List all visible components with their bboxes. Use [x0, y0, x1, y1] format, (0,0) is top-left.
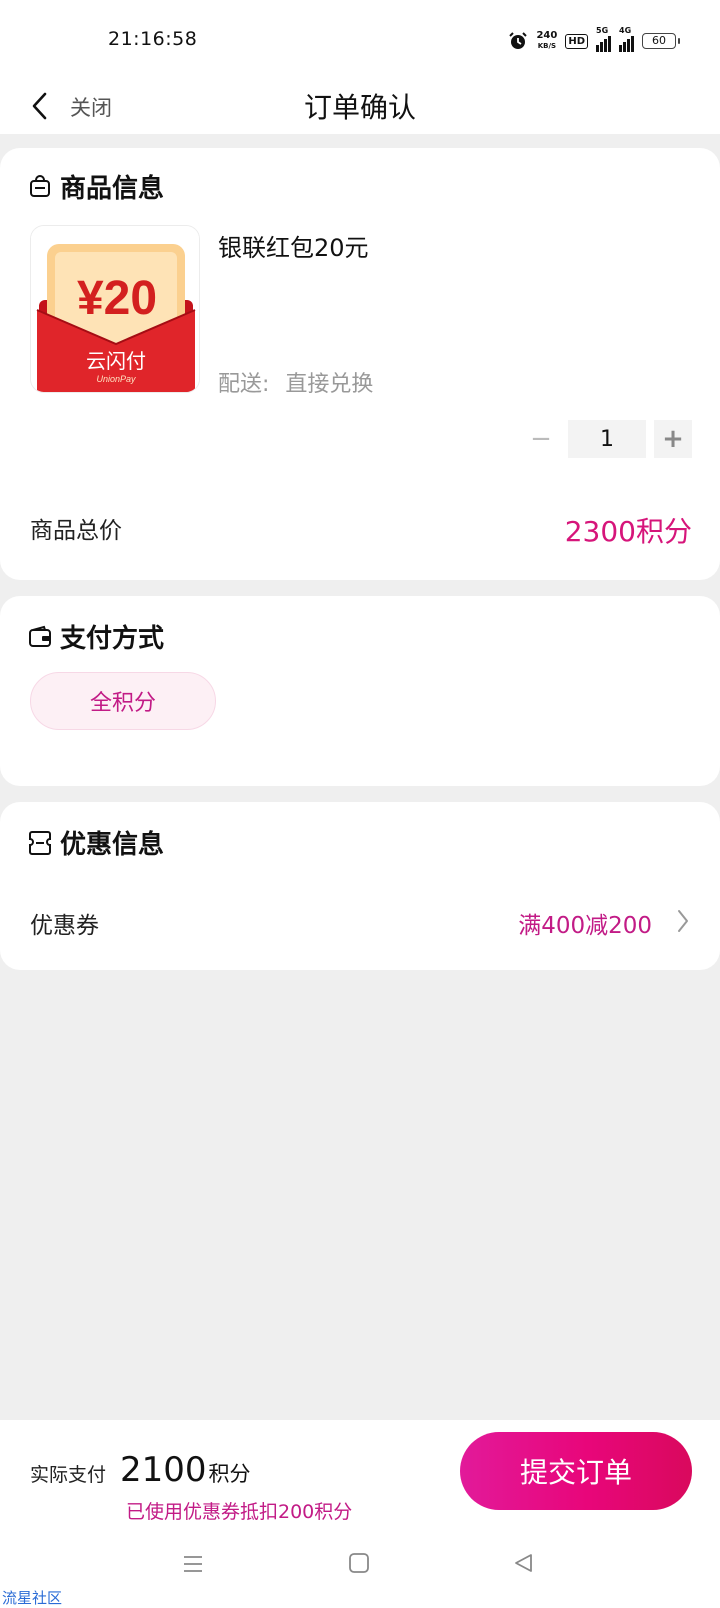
discount-section-title: 优惠信息 — [60, 830, 165, 860]
delivery-label: 配送: — [218, 372, 270, 397]
coupon-value: 满400减200 — [518, 913, 652, 939]
product-name[interactable]: 银联红包20元 — [218, 228, 369, 263]
payment-section-header: 支付方式 — [28, 618, 164, 655]
payment-card: 支付方式 全积分 — [0, 596, 720, 786]
thumb-amount: ¥20 — [77, 272, 157, 325]
alarm-icon — [508, 31, 528, 51]
actual-pay-unit: 积分 — [208, 1462, 251, 1486]
signal-4g-label: 4G — [619, 26, 632, 35]
network-speed-value: 240 — [536, 30, 558, 41]
product-section-title: 商品信息 — [60, 174, 165, 204]
status-bar: 21:16:58 240 KB/S HD 5G 4G 60 — [0, 0, 720, 78]
wallet-icon — [29, 625, 51, 647]
payment-option-all-points[interactable]: 全积分 — [30, 672, 216, 730]
product-card: 商品信息 ¥20 云闪付 UnionPay 银联红包20元 配送: 直接兑换 −… — [0, 148, 720, 580]
network-speed: 240 KB/S — [536, 31, 557, 51]
thumb-brand: 云闪付 — [86, 350, 146, 373]
discount-section-header: 优惠信息 — [28, 824, 164, 861]
page-title: 订单确认 — [303, 91, 416, 124]
delivery-value: 直接兑换 — [285, 372, 374, 397]
total-label: 商品总价 — [30, 518, 122, 544]
battery-icon: 60 — [642, 33, 680, 49]
coupon-icon — [29, 830, 51, 855]
quantity-minus-button[interactable]: − — [522, 420, 560, 458]
actual-pay-amount: 2100 积分 — [120, 1450, 251, 1490]
hd-icon: HD — [565, 33, 588, 49]
thumb-brand-en: UnionPay — [96, 374, 136, 384]
quantity-value[interactable]: 1 — [568, 420, 646, 458]
home-square-icon[interactable] — [348, 1552, 370, 1574]
menu-icon[interactable] — [181, 1552, 205, 1576]
coupon-label: 优惠券 — [30, 913, 99, 939]
nav-bar: 关闭 订单确认 — [0, 78, 720, 134]
back-triangle-icon[interactable] — [512, 1552, 534, 1574]
signal-5g-icon: 5G — [596, 26, 611, 52]
coupon-row[interactable]: 优惠券 满400减200 — [0, 880, 720, 964]
delivery-info: 配送: 直接兑换 — [218, 366, 373, 398]
signal-5g-label: 5G — [596, 26, 609, 35]
total-value: 2300积分 — [564, 515, 692, 548]
coupon-deduction-note: 已使用优惠券抵扣200积分 — [126, 1501, 353, 1523]
signal-4g-icon: 4G — [619, 26, 634, 52]
watermark-text: 流星社区 — [2, 1589, 63, 1607]
actual-pay-number: 2100 — [120, 1450, 207, 1490]
product-thumbnail[interactable]: ¥20 云闪付 UnionPay — [30, 225, 200, 393]
bottom-pay-bar: 实际支付 2100 积分 已使用优惠券抵扣200积分 提交订单 — [0, 1420, 720, 1608]
chevron-right-icon — [678, 910, 688, 932]
quantity-plus-button[interactable]: + — [654, 420, 692, 458]
status-icons: 240 KB/S HD 5G 4G 60 — [508, 26, 680, 54]
quantity-stepper: − 1 + — [522, 420, 692, 458]
actual-pay-label: 实际支付 — [30, 1464, 107, 1486]
bag-icon — [30, 174, 50, 197]
red-envelope-image: ¥20 云闪付 UnionPay — [31, 226, 199, 392]
product-section-header: 商品信息 — [28, 168, 164, 205]
network-speed-unit: KB/S — [537, 42, 557, 50]
submit-order-button[interactable]: 提交订单 — [460, 1432, 692, 1510]
payment-section-title: 支付方式 — [60, 624, 165, 654]
system-nav-bar — [0, 1550, 720, 1590]
status-time: 21:16:58 — [108, 28, 198, 50]
discount-card: 优惠信息 优惠券 满400减200 — [0, 802, 720, 970]
